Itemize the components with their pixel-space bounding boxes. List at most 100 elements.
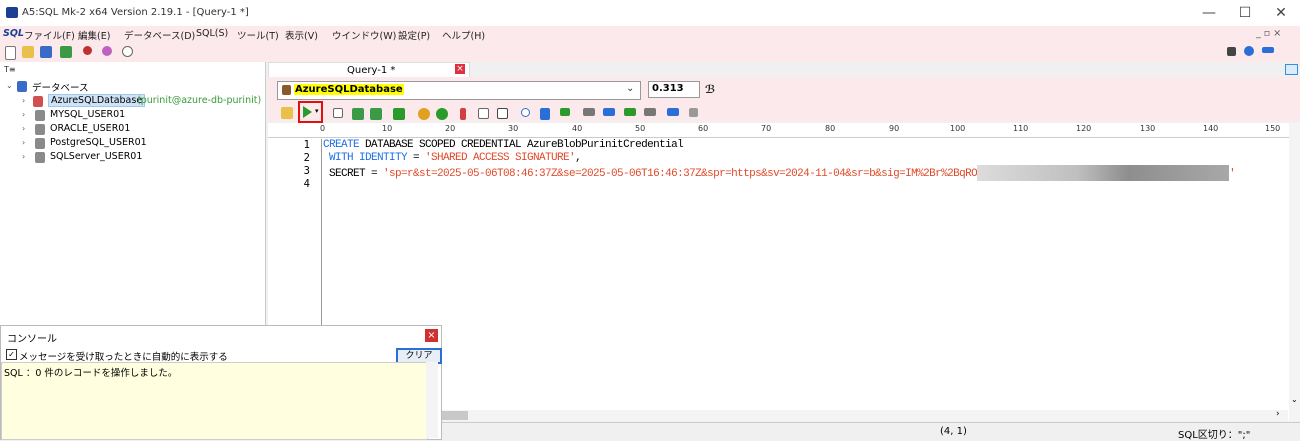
line-number: 2 [303, 152, 310, 164]
format-ab-icon[interactable] [352, 108, 364, 120]
clock-icon[interactable] [122, 46, 133, 57]
chevron-right-icon[interactable]: › [22, 110, 25, 119]
chevron-right-icon[interactable]: › [22, 152, 25, 161]
string-literal: 'sp=r&st=2025-05-06T08:46:37Z&se=2025-05… [383, 167, 978, 180]
help-icon[interactable] [1244, 46, 1254, 56]
version-value: 0.313 [652, 83, 684, 94]
database-icon[interactable] [40, 46, 52, 58]
menu-edit[interactable]: 編集(E) [78, 28, 110, 42]
tree-icon[interactable] [689, 108, 698, 117]
menu-window[interactable]: ウインドウ(W) [332, 28, 396, 42]
keyword: WITH IDENTITY [323, 152, 408, 164]
outdent-icon[interactable] [644, 108, 656, 116]
database-root-icon [17, 81, 27, 92]
gear-icon[interactable] [83, 46, 92, 55]
code-text: DATABASE SCOPED CREDENTIAL AzureBlobPuri… [359, 139, 684, 151]
layout-icon[interactable] [667, 108, 679, 116]
code-line-1[interactable]: CREATE DATABASE SCOPED CREDENTIAL AzureB… [323, 139, 684, 151]
console-message: SQL ：0 件のレコードを操作しました。 [4, 368, 178, 379]
new-file-icon[interactable] [5, 46, 16, 60]
mdi-controls[interactable]: _ ▫ × [1256, 28, 1281, 39]
align-icon[interactable] [583, 108, 595, 116]
connection-select[interactable]: AzureSQLDatabase ⌄ [277, 81, 641, 100]
database-icon [35, 138, 45, 149]
ruler-label: 60 [698, 124, 709, 133]
console-scrollbar[interactable] [426, 362, 438, 438]
string-literal: 'SHARED ACCESS SIGNATURE' [425, 152, 576, 164]
run-icon[interactable] [303, 106, 312, 118]
database-icon [35, 152, 45, 163]
main-toolbar [0, 42, 1300, 62]
console-output[interactable]: SQL ：0 件のレコードを操作しました。 [1, 362, 428, 440]
ruler-label: 100 [950, 124, 966, 133]
table-icon[interactable] [60, 46, 72, 58]
export-csv-icon[interactable] [370, 108, 382, 120]
panel-pin-icon[interactable]: T≡ [4, 65, 16, 74]
close-button[interactable]: ✕ [1258, 0, 1300, 26]
ruler-label: 130 [1140, 124, 1156, 133]
chevron-down-icon[interactable]: ⌄ [6, 81, 13, 90]
menu-sql-icon[interactable]: SQL [3, 28, 24, 39]
string-literal-end: ' [1229, 167, 1236, 180]
menu-file[interactable]: ファイル(F) [24, 28, 75, 42]
database-icon [282, 85, 291, 95]
menu-sql[interactable]: SQL(S) [196, 28, 228, 39]
tab-close-icon[interactable]: × [455, 64, 465, 74]
ruler-label: 80 [825, 124, 836, 133]
menu-view[interactable]: 表示(V) [285, 28, 318, 42]
open-folder-icon[interactable] [22, 46, 34, 58]
scroll-right-icon[interactable]: › [1276, 409, 1280, 419]
code-line-3[interactable]: SECRET = 'sp=r&st=2025-05-06T08:46:37Z&s… [323, 165, 1236, 181]
sql-options-icon[interactable]: ℬ [705, 83, 715, 96]
console-title-bar[interactable]: コンソール × [1, 326, 441, 346]
paste-icon[interactable] [497, 108, 508, 119]
monitor-icon[interactable] [1262, 47, 1274, 53]
version-box[interactable]: 0.313 [648, 81, 700, 98]
ruler-label: 110 [1013, 124, 1029, 133]
open-file-icon[interactable] [281, 107, 293, 119]
ruler-label: 20 [445, 124, 456, 133]
editor-vertical-scrollbar[interactable]: ⌄ [1289, 123, 1300, 421]
chevron-down-icon[interactable]: ⌄ [626, 83, 634, 94]
cut-icon[interactable] [460, 108, 466, 120]
keyword: CREATE [323, 139, 360, 151]
plugin-icon[interactable] [102, 46, 112, 56]
ruler-label: 0 [320, 124, 326, 133]
console-close-icon[interactable]: × [425, 329, 438, 342]
tab-query-1[interactable]: Query-1 * × [268, 62, 470, 78]
replace-icon[interactable] [540, 108, 550, 120]
goto-icon[interactable] [560, 108, 570, 116]
tree-item-note: (purinit@azure-db-purinit) [137, 95, 262, 106]
run-dropdown-icon[interactable]: ▾ [315, 107, 319, 115]
tree-item-label: AzureSQLDatabase [48, 94, 146, 107]
auto-show-label: メッセージを受け取ったときに自動的に表示する [19, 352, 228, 363]
menu-settings[interactable]: 設定(P) [398, 28, 430, 42]
wrap-icon[interactable] [603, 108, 615, 116]
tree-item-label: PostgreSQL_USER01 [50, 137, 147, 148]
chevron-right-icon[interactable]: › [22, 138, 25, 147]
menu-tools[interactable]: ツール(T) [237, 28, 279, 42]
menu-help[interactable]: ヘルプ(H) [442, 28, 485, 42]
calculator-icon[interactable] [1227, 47, 1236, 56]
side-panel-toggle-icon[interactable] [1285, 64, 1298, 75]
search-icon[interactable] [521, 108, 530, 117]
chevron-right-icon[interactable]: › [22, 124, 25, 133]
copy-icon[interactable] [478, 108, 489, 119]
menu-database[interactable]: データベース(D) [124, 28, 195, 42]
tree-item-label: ORACLE_USER01 [50, 123, 131, 134]
chevron-right-icon[interactable]: › [22, 96, 25, 105]
ruler-label: 90 [889, 124, 900, 133]
checkbox-icon[interactable] [333, 108, 343, 118]
scroll-down-icon[interactable]: ⌄ [1291, 395, 1298, 404]
ruler-label: 70 [761, 124, 772, 133]
undo-icon[interactable] [418, 108, 430, 120]
auto-show-checkbox[interactable]: ✓ [6, 349, 17, 360]
step-run-icon[interactable] [393, 108, 405, 120]
code-line-2[interactable]: WITH IDENTITY = 'SHARED ACCESS SIGNATURE… [323, 152, 582, 164]
line-number: 1 [303, 139, 310, 151]
indent-icon[interactable] [624, 108, 636, 116]
redo-icon[interactable] [436, 108, 448, 120]
column-ruler: 0 10 20 30 40 50 60 70 80 90 100 110 120… [268, 123, 1292, 138]
ruler-label: 40 [572, 124, 583, 133]
line-number: 3 [303, 165, 310, 177]
